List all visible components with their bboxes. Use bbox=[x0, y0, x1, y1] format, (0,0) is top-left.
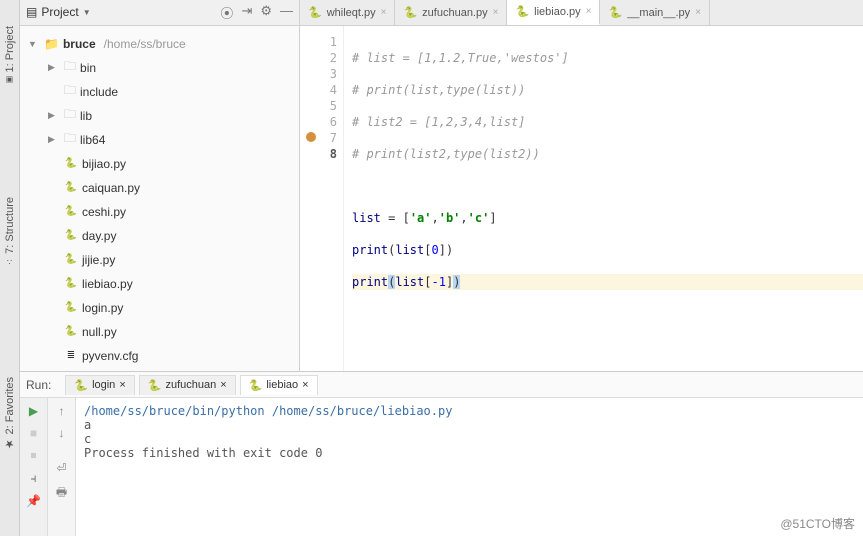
tree-file[interactable]: ≣pyvenv.cfg bbox=[24, 344, 295, 368]
tree-file[interactable]: 🐍bijiao.py bbox=[24, 152, 295, 176]
project-view-icon: ▤ bbox=[26, 5, 37, 19]
folder-icon: 🗀 bbox=[64, 57, 76, 78]
close-icon[interactable]: × bbox=[493, 7, 499, 18]
python-file-icon: 🐍 bbox=[608, 6, 622, 19]
tree-folder[interactable]: ▶🗀 lib64 bbox=[24, 128, 295, 152]
output-line: Process finished with exit code 0 bbox=[84, 446, 855, 460]
project-panel-header: ▤ Project ▼ ⦿ ⇥ ⚙ — bbox=[20, 0, 299, 26]
output-line: c bbox=[84, 432, 855, 446]
editor-tab[interactable]: 🐍__main__.py× bbox=[600, 0, 710, 25]
python-run-icon: 🐍 bbox=[249, 379, 263, 392]
python-file-icon: 🐍 bbox=[64, 205, 78, 219]
tree-folder[interactable]: ▶🗀 lib bbox=[24, 104, 295, 128]
stop-all-icon[interactable]: ⏹ bbox=[30, 448, 36, 463]
tree-folder[interactable]: ▶🗀 bin bbox=[24, 56, 295, 80]
down-icon[interactable]: ↓ bbox=[59, 426, 65, 440]
tree-file[interactable]: 🐍ceshi.py bbox=[24, 200, 295, 224]
tree-file[interactable]: 🐍caiquan.py bbox=[24, 176, 295, 200]
python-file-icon: 🐍 bbox=[64, 157, 78, 171]
folder-icon: 🗀 bbox=[64, 81, 76, 102]
project-tool-tab[interactable]: ▣ 1: Project bbox=[3, 20, 17, 91]
structure-tool-tab[interactable]: ∴ 7: Structure bbox=[3, 191, 17, 272]
run-controls-secondary: ↑ ↓ ⏎ 🖶 bbox=[48, 398, 76, 536]
run-panel: Run: 🐍login × 🐍zufuchuan × 🐍liebiao × ▶ … bbox=[20, 371, 863, 536]
folder-icon: 📁 bbox=[44, 37, 59, 51]
folder-icon: 🗀 bbox=[64, 129, 76, 150]
tree-file[interactable]: 🐍day.py bbox=[24, 224, 295, 248]
print-icon[interactable]: 🖶 bbox=[56, 483, 67, 504]
run-tab-bar: Run: 🐍login × 🐍zufuchuan × 🐍liebiao × bbox=[20, 372, 863, 398]
stop-icon[interactable]: ■ bbox=[30, 426, 37, 440]
close-icon[interactable]: × bbox=[381, 7, 387, 18]
close-icon[interactable]: × bbox=[695, 7, 701, 18]
collapse-icon[interactable]: ⇥ bbox=[241, 3, 252, 22]
python-file-icon: 🐍 bbox=[64, 229, 78, 243]
python-file-icon: 🐍 bbox=[64, 181, 78, 195]
code-editor[interactable]: 1 2 3 4 5 6 7 8 # list = [1,1.2,True,'we… bbox=[300, 26, 863, 371]
project-title: Project bbox=[41, 5, 78, 19]
close-icon[interactable]: × bbox=[586, 6, 592, 17]
python-file-icon: 🐍 bbox=[64, 253, 78, 267]
editor-tab-bar: 🐍whileqt.py× 🐍zufuchuan.py× 🐍liebiao.py×… bbox=[300, 0, 863, 26]
editor-tab[interactable]: 🐍zufuchuan.py× bbox=[395, 0, 507, 25]
run-command: /home/ss/bruce/bin/python /home/ss/bruce… bbox=[84, 404, 855, 418]
python-file-icon: 🐍 bbox=[64, 277, 78, 291]
run-tab-active[interactable]: 🐍liebiao × bbox=[240, 375, 318, 395]
breakpoint-icon[interactable] bbox=[306, 132, 316, 142]
run-controls-primary: ▶ ■ ⏹ ⫞ 📌 bbox=[20, 398, 48, 536]
watermark: @51CTO博客 bbox=[780, 515, 855, 532]
tree-file[interactable]: 🐍liebiao.py bbox=[24, 272, 295, 296]
close-icon[interactable]: × bbox=[302, 379, 308, 391]
python-file-icon: 🐍 bbox=[515, 5, 529, 18]
python-file-icon: 🐍 bbox=[64, 325, 78, 339]
project-panel: ▤ Project ▼ ⦿ ⇥ ⚙ — ▼ 📁 bruce /home/ss/b… bbox=[20, 0, 300, 371]
favorites-tool-tab[interactable]: ★ 2: Favorites bbox=[2, 371, 17, 457]
cfg-file-icon: ≣ bbox=[64, 349, 78, 363]
project-dropdown-icon[interactable]: ▼ bbox=[83, 8, 91, 17]
run-tab[interactable]: 🐍zufuchuan × bbox=[139, 375, 236, 395]
run-tab[interactable]: 🐍login × bbox=[65, 375, 134, 395]
tree-file[interactable]: 🐍login.py bbox=[24, 296, 295, 320]
run-output[interactable]: /home/ss/bruce/bin/python /home/ss/bruce… bbox=[76, 398, 863, 536]
pin-icon[interactable]: 📌 bbox=[26, 494, 41, 508]
run-label: Run: bbox=[26, 378, 51, 392]
left-tool-gutter: ▣ 1: Project ∴ 7: Structure ★ 2: Favorit… bbox=[0, 0, 20, 536]
soft-wrap-icon[interactable]: ⏎ bbox=[56, 461, 66, 475]
python-run-icon: 🐍 bbox=[148, 379, 162, 392]
line-gutter: 1 2 3 4 5 6 7 8 bbox=[300, 26, 344, 371]
python-file-icon: 🐍 bbox=[403, 6, 417, 19]
tree-folder[interactable]: 🗀 include bbox=[24, 80, 295, 104]
tree-root[interactable]: ▼ 📁 bruce /home/ss/bruce bbox=[24, 32, 295, 56]
python-run-icon: 🐍 bbox=[74, 379, 88, 392]
folder-icon: 🗀 bbox=[64, 105, 76, 126]
python-file-icon: 🐍 bbox=[64, 301, 78, 315]
editor-tab-active[interactable]: 🐍liebiao.py× bbox=[507, 0, 600, 25]
output-line: a bbox=[84, 418, 855, 432]
code-content[interactable]: # list = [1,1.2,True,'westos'] # print(l… bbox=[344, 26, 863, 371]
up-icon[interactable]: ↑ bbox=[59, 404, 65, 418]
python-file-icon: 🐍 bbox=[308, 6, 322, 19]
settings-icon[interactable]: ⚙ bbox=[260, 3, 272, 22]
close-icon[interactable]: × bbox=[220, 379, 226, 391]
layout-icon[interactable]: ⫞ bbox=[30, 471, 36, 486]
close-icon[interactable]: × bbox=[119, 379, 125, 391]
locate-icon[interactable]: ⦿ bbox=[220, 3, 233, 22]
editor-area: 🐍whileqt.py× 🐍zufuchuan.py× 🐍liebiao.py×… bbox=[300, 0, 863, 371]
hide-icon[interactable]: — bbox=[280, 3, 293, 22]
rerun-icon[interactable]: ▶ bbox=[29, 404, 38, 418]
tree-file[interactable]: 🐍jijie.py bbox=[24, 248, 295, 272]
project-tree: ▼ 📁 bruce /home/ss/bruce ▶🗀 bin 🗀 includ… bbox=[20, 26, 299, 371]
editor-tab[interactable]: 🐍whileqt.py× bbox=[300, 0, 395, 25]
tree-file[interactable]: 🐍null.py bbox=[24, 320, 295, 344]
